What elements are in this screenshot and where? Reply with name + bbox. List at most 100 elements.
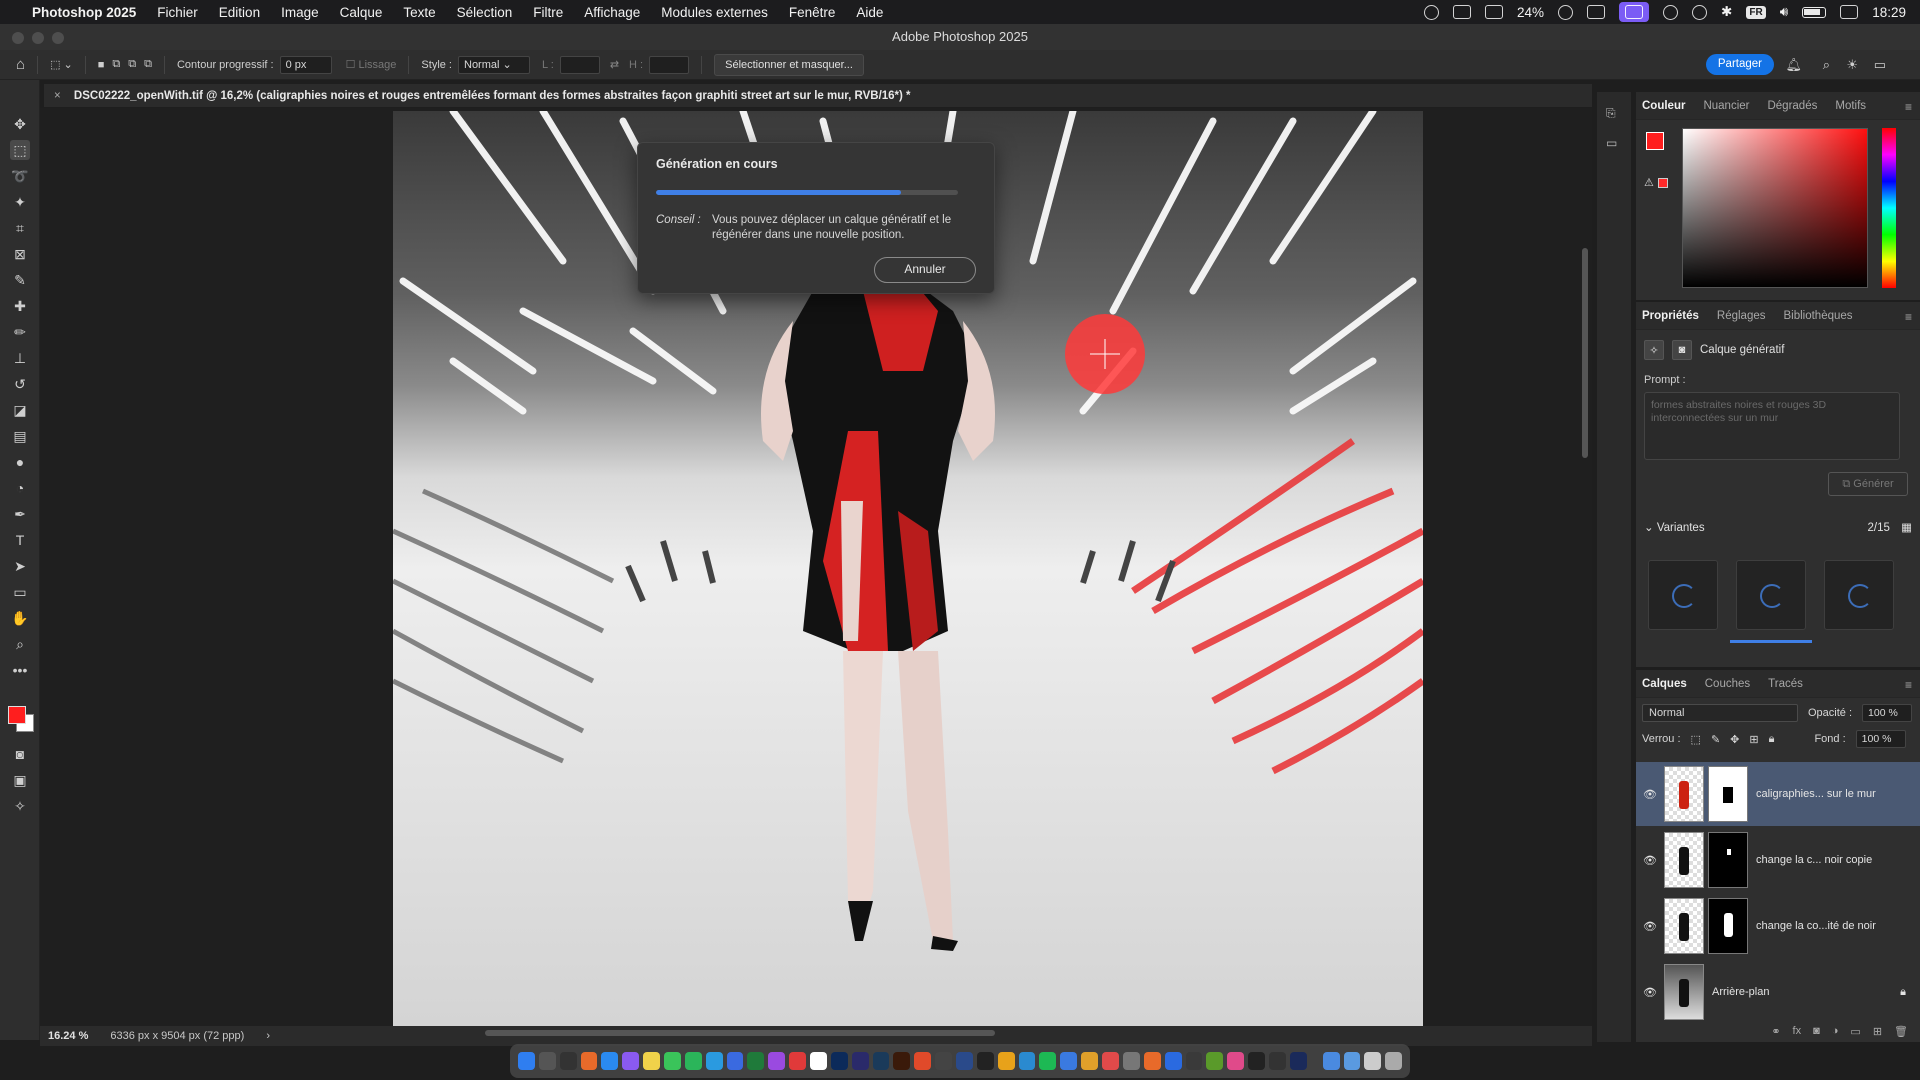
menu-selection[interactable]: Sélection [457,5,513,20]
feather-input[interactable]: 0 px [279,55,332,74]
move-tool-icon[interactable]: ✥ [10,114,30,134]
discover-icon[interactable]: ☀ [1846,57,1858,73]
home-icon[interactable]: ⌂ [16,56,25,73]
gradient-tool-icon[interactable]: ▤ [10,426,30,446]
app-icon[interactable] [1289,1052,1307,1070]
link-layers-icon[interactable]: ⚭ [1771,1025,1780,1038]
zoom-level[interactable]: 16.24 % [48,1030,88,1042]
layer-name[interactable]: caligraphies... sur le mur [1756,788,1876,800]
frame-tool-icon[interactable]: ⊠ [10,244,30,264]
settings-icon[interactable] [1122,1052,1140,1070]
blur-tool-icon[interactable]: ● [10,452,30,472]
swap-icon[interactable]: ⇄ [610,58,619,71]
folder-icon[interactable] [1343,1052,1361,1070]
cpu-monitor-icon[interactable] [1485,5,1503,19]
trash-icon[interactable] [1385,1052,1403,1070]
foreground-color-swatch[interactable] [8,706,26,724]
panel-menu-icon[interactable]: ≡ [1905,678,1912,692]
variant-thumbnail[interactable] [1648,560,1718,630]
menu-edition[interactable]: Edition [219,5,260,20]
workspace-icon[interactable]: ▭ [1874,57,1886,73]
lock-paint-icon[interactable]: ✎ [1711,733,1720,746]
rectangular-marquee-tool-icon[interactable]: ⬚ [10,140,30,160]
eraser-tool-icon[interactable]: ◪ [10,400,30,420]
menu-texte[interactable]: Texte [403,5,435,20]
healing-brush-tool-icon[interactable]: ✚ [10,296,30,316]
visibility-eye-icon[interactable]: 👁︎ [1636,920,1664,933]
app-icon[interactable] [789,1052,807,1070]
finder-icon[interactable] [518,1052,535,1070]
document-tab[interactable]: × DSC02222_openWith.tif @ 16,2% (caligra… [44,84,1592,108]
style-select[interactable]: Normal ⌄ [458,55,530,74]
menu-aide[interactable]: Aide [856,5,883,20]
layer-row[interactable]: 👁︎ change la c... noir copie [1636,828,1920,892]
hue-slider[interactable] [1882,128,1896,288]
spotify-icon[interactable] [1039,1052,1057,1070]
add-selection-icon[interactable]: ⧉ [112,58,120,71]
menu-calque[interactable]: Calque [340,5,383,20]
firefox-icon[interactable] [580,1052,598,1070]
menu-fenetre[interactable]: Fenêtre [789,5,836,20]
share-button[interactable]: Partager [1705,54,1774,75]
app-icon[interactable] [956,1052,973,1070]
app-icon[interactable] [1268,1052,1286,1070]
tab-couches[interactable]: Couches [1705,678,1750,690]
hand-tool-icon[interactable]: ✋ [10,608,30,628]
history-panel-icon[interactable]: ⎘ [1606,106,1616,121]
zoom-window-button[interactable] [52,32,64,44]
menu-image[interactable]: Image [281,5,319,20]
adjustment-layer-icon[interactable]: ◑ [1832,1025,1839,1037]
opacity-input[interactable]: 100 % [1862,704,1913,722]
app-icon[interactable] [976,1052,994,1070]
layer-mask-thumbnail[interactable] [1708,832,1748,888]
downloads-folder-icon[interactable] [1322,1052,1340,1070]
crop-tool-icon[interactable]: ⌗ [10,218,30,238]
app-icon[interactable] [914,1052,932,1070]
pen-tool-icon[interactable]: ✒ [10,504,30,524]
lasso-tool-icon[interactable]: ➰ [10,166,30,186]
layer-row[interactable]: 👁︎ change la co...ité de noir [1636,894,1920,958]
layer-thumbnail[interactable] [1664,898,1704,954]
layer-name[interactable]: change la co...ité de noir [1756,920,1876,932]
generative-icon[interactable]: ✧ [10,796,30,816]
messages-icon[interactable] [664,1052,681,1070]
lock-transparent-icon[interactable]: ⬚ [1691,733,1701,746]
blend-mode-select[interactable]: Normal [1642,704,1798,722]
clone-stamp-tool-icon[interactable]: ⊥ [10,348,30,368]
unity-icon[interactable] [810,1052,827,1070]
tab-couleur[interactable]: Couleur [1642,100,1685,112]
photoshop-icon[interactable] [830,1052,848,1070]
panel-menu-icon[interactable]: ≡ [1905,310,1912,324]
layer-mask-thumbnail[interactable] [1708,898,1748,954]
bluetooth-icon[interactable]: ✱ [1721,4,1732,20]
intersect-selection-icon[interactable]: ⧉ [144,58,152,71]
gamut-warning-icon[interactable]: ⚠ [1644,176,1654,189]
app-icon[interactable] [1060,1052,1078,1070]
app-icon[interactable] [1185,1052,1203,1070]
tab-calques[interactable]: Calques [1642,678,1687,690]
menu-filtre[interactable]: Filtre [533,5,563,20]
app-icon[interactable] [935,1052,953,1070]
visibility-eye-icon[interactable]: 👁︎ [1636,788,1664,801]
app-icon[interactable] [726,1052,744,1070]
delete-layer-icon[interactable]: 🗑︎ [1894,1025,1908,1038]
zoom-tool-icon[interactable]: ⌕ [10,634,30,654]
app-icon[interactable] [1018,1052,1036,1070]
tab-motifs[interactable]: Motifs [1835,100,1866,112]
quick-mask-icon[interactable]: ◙ [10,744,30,764]
notifications-icon[interactable]: 🔔︎ [1785,57,1802,73]
screen-mirroring-icon[interactable] [1619,2,1650,22]
fx-icon[interactable]: fx [1793,1025,1802,1037]
app-icon[interactable] [768,1052,786,1070]
whatsapp-icon[interactable] [684,1052,702,1070]
notes-icon[interactable] [643,1052,661,1070]
magic-wand-tool-icon[interactable]: ✦ [10,192,30,212]
minimize-window-button[interactable] [32,32,44,44]
prompt-textarea[interactable]: formes abstraites noires et rouges 3D in… [1644,392,1900,460]
fill-input[interactable]: 100 % [1855,730,1906,748]
app-icon[interactable] [1081,1052,1099,1070]
variants-toggle[interactable]: ⌄ Variantes [1644,520,1705,534]
lock-artboard-icon[interactable]: ⊞ [1749,733,1758,746]
path-selection-tool-icon[interactable]: ➤ [10,556,30,576]
input-language[interactable]: FR [1746,5,1766,19]
